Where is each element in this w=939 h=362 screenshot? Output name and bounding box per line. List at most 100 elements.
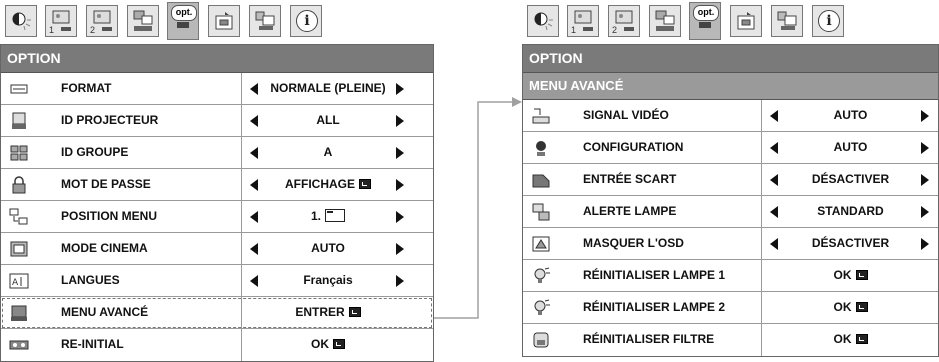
menu-row-label: SIGNAL VIDÉO (583, 108, 669, 122)
menu-row[interactable]: ENTRÉE SCART DÉSACTIVER (523, 164, 938, 196)
advanced-menu-panel: 1 2 opt. i OPTION MENU AVANCÉ SIGNAL VIDÉO A… (522, 0, 939, 357)
right-arrow-icon[interactable] (396, 211, 404, 223)
right-arrow-icon[interactable] (921, 174, 929, 186)
menu-row-value[interactable]: STANDARD (761, 196, 939, 227)
value-text: 1. (310, 209, 321, 223)
menu-row-value[interactable]: OK (761, 260, 939, 291)
value-text: ALL (316, 113, 340, 127)
menu-row-label: MENU AVANCÉ (61, 305, 149, 319)
setting-tab[interactable] (730, 5, 762, 37)
menu-tab-bar: 1 2 opt. i (0, 0, 434, 44)
value-text: ENTRER (295, 305, 345, 319)
information-icon: i (818, 10, 840, 32)
menu-row-value[interactable]: DÉSACTIVER (761, 228, 939, 259)
menu-row-value[interactable]: OK (761, 324, 939, 356)
network-tab[interactable] (771, 5, 803, 37)
enter-key-icon (348, 306, 361, 317)
network-tab[interactable] (249, 5, 281, 37)
setting-tab[interactable] (208, 5, 240, 37)
menu-row[interactable]: A LANGUES Français (1, 265, 433, 297)
menu-row[interactable]: MENU AVANCÉ ENTRER (1, 297, 433, 329)
right-arrow-icon[interactable] (396, 147, 404, 159)
right-arrow-icon[interactable] (396, 179, 404, 191)
menu-row-value[interactable]: ALL (241, 105, 414, 136)
scart-input-icon (531, 171, 551, 189)
menu-row-label: MODE CINEMA (61, 241, 148, 255)
menu-row[interactable]: ID GROUPE A (1, 137, 433, 169)
menu-row[interactable]: RE-INITIAL OK (1, 329, 433, 361)
menu-row[interactable]: RÉINITIALISER FILTRE OK (523, 324, 938, 356)
signal-tab[interactable] (649, 5, 681, 37)
menu-row-value[interactable]: AUTO (241, 233, 414, 264)
menu-row-label: ENTRÉE SCART (583, 172, 677, 186)
value-text: AUTO (833, 140, 868, 154)
menu-row[interactable]: RÉINITIALISER LAMPE 2 OK (523, 292, 938, 324)
menu-row[interactable]: CONFIGURATION AUTO (523, 132, 938, 164)
menu-row-value[interactable]: 1. (241, 201, 414, 232)
menu-row[interactable]: ID PROJECTEUR ALL (1, 105, 433, 137)
menu-row-value[interactable]: AUTO (761, 132, 939, 163)
option-tab[interactable]: opt. (167, 2, 199, 40)
value-text: NORMALE (PLEINE) (270, 81, 386, 95)
right-arrow-icon[interactable] (396, 243, 404, 255)
right-arrow-icon[interactable] (921, 110, 929, 122)
menu-row[interactable]: MASQUER L'OSD DÉSACTIVER (523, 228, 938, 260)
filter-reset-icon (531, 331, 551, 349)
info-tab[interactable]: i (812, 5, 844, 37)
menu-row-label: RÉINITIALISER LAMPE 1 (583, 268, 726, 282)
menu-row[interactable]: MOT DE PASSE AFFICHAGE (1, 169, 433, 201)
lamp-reset-icon (531, 299, 551, 317)
menu-row[interactable]: ALERTE LAMPE STANDARD (523, 196, 938, 228)
menu-row[interactable]: RÉINITIALISER LAMPE 1 OK (523, 260, 938, 292)
menu-row-value[interactable]: AUTO (761, 100, 939, 131)
image1-tab[interactable]: 1 (567, 5, 599, 37)
menu-title: OPTION (1, 45, 433, 73)
menu-row-label: RÉINITIALISER FILTRE (583, 332, 715, 346)
cinema-mode-icon (9, 240, 29, 258)
reset-icon (9, 336, 29, 354)
menu-row-label: RE-INITIAL (61, 337, 124, 351)
menu-row-label: ID GROUPE (61, 145, 129, 159)
menu-row[interactable]: SIGNAL VIDÉO AUTO (523, 100, 938, 132)
projector-id-icon (9, 112, 29, 130)
image2-tab[interactable]: 2 (86, 5, 118, 37)
picture-tab[interactable] (5, 5, 37, 37)
menu-row-value[interactable]: Français (241, 265, 414, 296)
value-text: AUTO (833, 108, 868, 122)
menu-position-icon (9, 208, 29, 226)
menu-row-value[interactable]: NORMALE (PLEINE) (241, 73, 414, 104)
signal-tab[interactable] (127, 5, 159, 37)
lamp-alert-icon (531, 203, 551, 221)
submenu-connector (434, 97, 522, 319)
tab-number: 2 (612, 25, 618, 35)
right-arrow-icon[interactable] (921, 238, 929, 250)
information-icon: i (296, 10, 318, 32)
right-arrow-icon[interactable] (396, 83, 404, 95)
menu-row-label: FORMAT (61, 81, 112, 95)
info-tab[interactable]: i (290, 5, 322, 37)
menu-row-value[interactable]: AFFICHAGE (241, 169, 414, 200)
menu-row-value[interactable]: A (241, 137, 414, 168)
right-arrow-icon[interactable] (921, 206, 929, 218)
menu-row-value[interactable]: DÉSACTIVER (761, 164, 939, 195)
enter-key-icon (855, 301, 868, 312)
menu-row-value[interactable]: OK (761, 292, 939, 323)
right-arrow-icon[interactable] (921, 142, 929, 154)
enter-key-icon (855, 269, 868, 280)
right-arrow-icon[interactable] (396, 275, 404, 287)
picture-tab[interactable] (527, 5, 559, 37)
menu-row[interactable]: FORMAT NORMALE (PLEINE) (1, 73, 433, 105)
menu-row[interactable]: MODE CINEMA AUTO (1, 233, 433, 265)
osd-hide-icon (531, 235, 551, 253)
option-tab[interactable]: opt. (689, 2, 721, 40)
menu-row-value[interactable]: OK (241, 329, 414, 361)
menu-row-label: POSITION MENU (61, 209, 158, 223)
menu-row[interactable]: POSITION MENU 1. (1, 201, 433, 233)
value-text: OK (311, 337, 329, 351)
menu-row-value[interactable]: ENTRER (241, 297, 414, 328)
configuration-icon (531, 139, 551, 157)
image2-tab[interactable]: 2 (608, 5, 640, 37)
image1-tab[interactable]: 1 (45, 5, 77, 37)
right-arrow-icon[interactable] (396, 115, 404, 127)
language-icon: A (9, 272, 29, 290)
